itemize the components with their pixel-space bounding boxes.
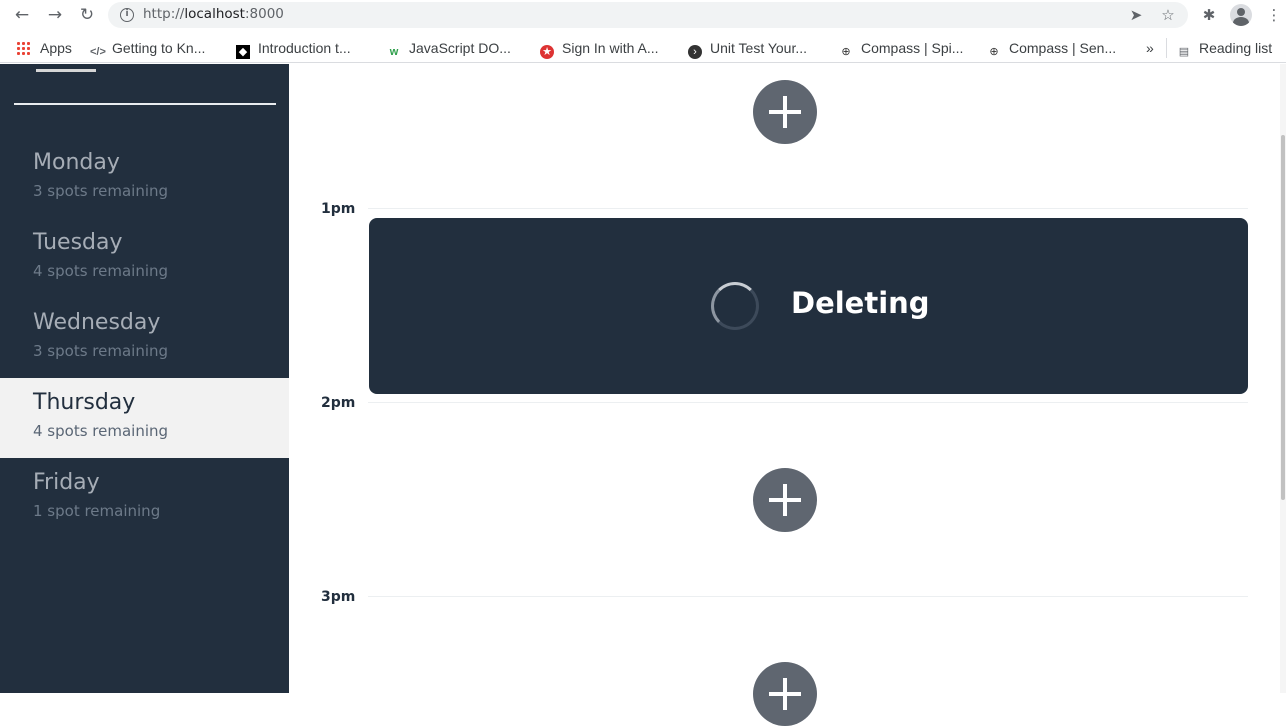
bookmarks-bar: Apps </> Getting to Kn... ◆ Introduction t… [0, 33, 1286, 63]
w-favicon-icon: w [389, 46, 399, 58]
bookmark-sign-in[interactable]: ★ Sign In with A... [540, 38, 659, 59]
bookmark-label: Compass | Sen... [1009, 40, 1117, 56]
bookmark-label: Unit Test Your... [710, 40, 808, 56]
day-spots: 3 spots remaining [33, 342, 169, 360]
url-port: :8000 [244, 6, 284, 22]
bookmark-introduction[interactable]: ◆ Introduction t... [236, 38, 351, 59]
sidebar-divider [14, 103, 276, 105]
circle-favicon-icon: › [688, 45, 702, 59]
info-icon[interactable]: i [120, 8, 134, 22]
hour-label-2pm: 2pm [321, 395, 356, 411]
profile-avatar-icon[interactable] [1230, 4, 1252, 26]
day-item-friday[interactable]: Friday 1 spot remaining [0, 458, 289, 538]
menu-dots-icon[interactable]: ⋮ [1262, 3, 1286, 27]
send-icon[interactable]: ➤ [1126, 5, 1146, 25]
bookmark-compass-sen[interactable]: ⊕ Compass | Sen... [987, 38, 1116, 58]
extensions-icon[interactable]: ✱ [1197, 3, 1221, 27]
compass-icon: ⊕ [989, 46, 999, 58]
hour-divider [368, 208, 1248, 209]
reading-list-label: Reading list [1199, 40, 1273, 56]
bookmark-javascript-dom[interactable]: w JavaScript DO... [387, 38, 511, 58]
day-item-thursday[interactable]: Thursday 4 spots remaining [0, 378, 289, 458]
url-scheme: http:// [143, 6, 185, 22]
logo-icon [36, 64, 96, 72]
bookmarks-overflow-button[interactable]: » [1146, 38, 1154, 58]
bookmark-label: JavaScript DO... [409, 40, 511, 56]
loading-spinner-icon [711, 282, 759, 330]
site-favicon-icon: ◆ [236, 45, 250, 59]
add-appointment-button[interactable] [753, 80, 817, 144]
compass-icon: ⊕ [841, 46, 851, 58]
browser-toolbar: ← → ↻ i http://localhost:8000 ➤ ☆ ✱ ⋮ [0, 0, 1286, 30]
url-text[interactable]: http://localhost:8000 [143, 6, 284, 22]
back-icon[interactable]: ← [10, 3, 34, 27]
day-name: Tuesday [33, 230, 123, 255]
day-name: Friday [33, 470, 100, 495]
bookmark-unit-test[interactable]: › Unit Test Your... [688, 38, 808, 59]
apps-grid-icon [16, 41, 30, 55]
day-item-wednesday[interactable]: Wednesday 3 spots remaining [0, 298, 289, 378]
star-icon[interactable]: ☆ [1158, 5, 1178, 25]
reload-icon[interactable]: ↻ [75, 3, 99, 27]
bookmark-apps[interactable]: Apps [16, 38, 72, 58]
reading-list-icon: ▤ [1178, 46, 1190, 58]
bookmark-label: Getting to Kn... [112, 40, 206, 56]
scrollbar-thumb[interactable] [1281, 135, 1285, 500]
day-spots: 3 spots remaining [33, 182, 169, 200]
appointment-status-card: Deleting [369, 218, 1248, 394]
hour-divider [368, 402, 1248, 403]
forward-icon[interactable]: → [43, 3, 67, 27]
bookmark-separator [1166, 38, 1167, 58]
status-message: Deleting [791, 286, 930, 320]
day-name: Monday [33, 150, 120, 175]
hour-label-1pm: 1pm [321, 201, 356, 217]
sidebar: Monday 3 spots remaining Tuesday 4 spots… [0, 64, 289, 693]
day-name: Thursday [33, 390, 136, 415]
day-spots: 4 spots remaining [33, 422, 169, 440]
address-bar[interactable]: i http://localhost:8000 ➤ ☆ [108, 2, 1188, 28]
add-appointment-button[interactable] [753, 662, 817, 726]
add-appointment-button[interactable] [753, 468, 817, 532]
hour-divider [368, 596, 1248, 597]
reading-list-button[interactable]: ▤ Reading list [1177, 38, 1272, 58]
bookmark-label: Introduction t... [258, 40, 351, 56]
shield-favicon-icon: ★ [540, 45, 554, 59]
day-item-tuesday[interactable]: Tuesday 4 spots remaining [0, 218, 289, 298]
bookmark-label: Apps [40, 40, 72, 56]
url-host: localhost [184, 6, 245, 22]
code-icon: </> [90, 46, 106, 58]
bookmark-compass-spi[interactable]: ⊕ Compass | Spi... [839, 38, 963, 58]
bookmark-getting-to-know[interactable]: </> Getting to Kn... [90, 38, 205, 58]
bookmark-label: Sign In with A... [562, 40, 659, 56]
day-spots: 1 spot remaining [33, 502, 161, 520]
day-spots: 4 spots remaining [33, 262, 169, 280]
day-item-monday[interactable]: Monday 3 spots remaining [0, 138, 289, 218]
hour-label-3pm: 3pm [321, 589, 356, 605]
bookmark-label: Compass | Spi... [861, 40, 964, 56]
day-name: Wednesday [33, 310, 161, 335]
